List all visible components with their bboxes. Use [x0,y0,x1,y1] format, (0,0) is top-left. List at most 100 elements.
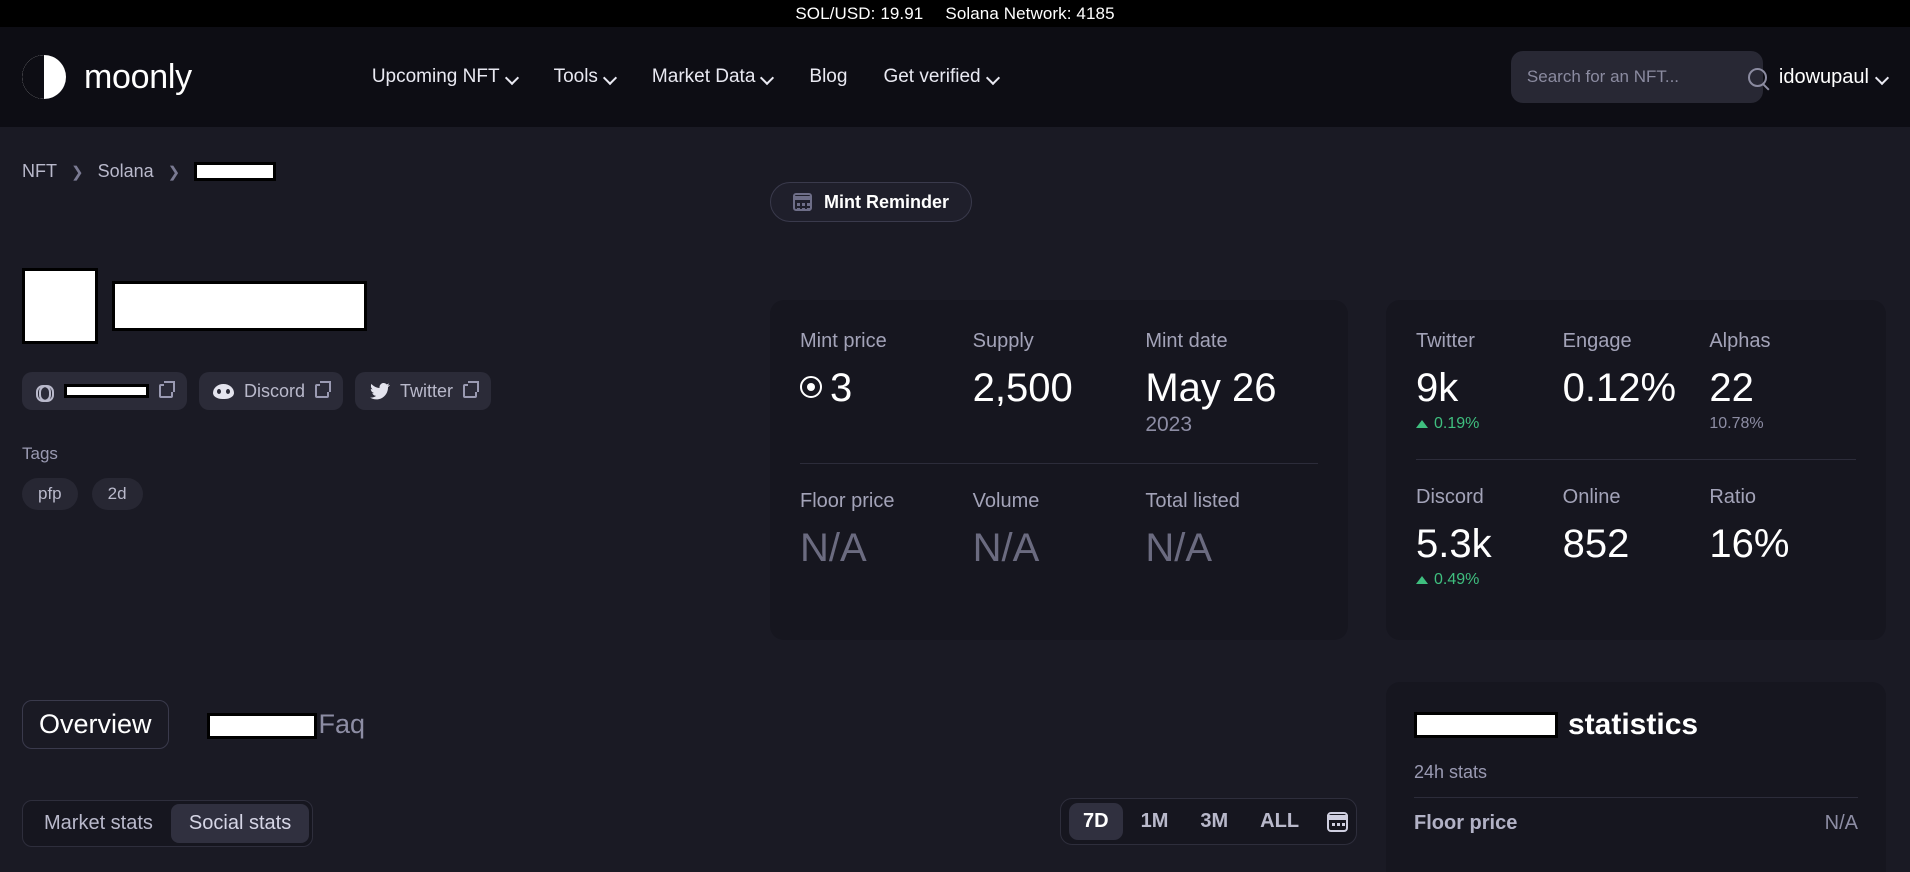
social-row-2: Discord 5.3k 0.49% Online 852 Ratio 16% [1416,486,1856,589]
segment-market-stats[interactable]: Market stats [26,804,171,843]
nav-item-tools[interactable]: Tools [554,66,616,88]
moon-logo-icon [22,55,66,99]
breadcrumb: NFT ❯ Solana ❯ [22,161,1888,182]
breadcrumb-separator: ❯ [167,163,181,181]
discord-link-button[interactable]: Discord [199,372,344,410]
stat-mint-date: Mint date May 26 2023 [1145,330,1318,437]
stat-value: 16% [1709,522,1790,566]
nav-item-market-data[interactable]: Market Data [652,66,773,88]
tab-faq[interactable]: Faq [191,701,382,748]
external-link-icon [463,381,480,398]
mint-reminder-button[interactable]: Mint Reminder [770,182,973,222]
triangle-up-icon [1416,576,1428,584]
nav-item-blog[interactable]: Blog [809,66,847,88]
breadcrumb-item-current-redacted[interactable] [194,162,277,181]
discord-icon [213,383,234,399]
brand-logo[interactable]: moonly [22,55,192,99]
stat-label: Mint date [1145,330,1228,352]
collection-name-redacted [112,281,367,331]
breadcrumb-separator: ❯ [71,163,84,181]
calendar-icon[interactable] [1327,811,1349,832]
stat-sub: 2023 [1145,413,1193,436]
tab-redacted-label [206,712,317,739]
nav-links: Upcoming NFT Tools Market Data Blog Get … [372,66,999,88]
nav-item-label: Market Data [651,66,756,87]
segment-social-stats[interactable]: Social stats [170,804,310,843]
statistics-row-floor-price: Floor price N/A [1414,812,1858,835]
range-1m[interactable]: 1M [1127,803,1183,840]
website-link-button[interactable] [22,372,187,410]
stats-toggle: Market stats Social stats [22,800,314,847]
range-3m[interactable]: 3M [1186,803,1242,840]
range-all[interactable]: ALL [1246,803,1313,840]
stat-twitter: Twitter 9k 0.19% [1416,330,1563,433]
tab-label: Faq [318,709,366,739]
statistics-panel-title: statistics [1414,708,1858,742]
stat-delta-value: 0.49% [1434,571,1480,588]
tab-overview[interactable]: Overview [22,700,169,749]
stat-value: N/A [1145,526,1213,570]
chevron-down-icon [762,72,773,83]
statistics-title-suffix: statistics [1568,708,1699,741]
ticker-sol-usd: SOL/USD: 19.91 [795,3,924,23]
twitter-link-button[interactable]: Twitter [355,372,492,410]
statistics-subtitle: 24h stats [1414,762,1488,782]
stat-label: Total listed [1145,490,1240,512]
breadcrumb-item-nft[interactable]: NFT [22,161,57,182]
stat-value: 9k [1416,366,1459,410]
ticker-solana-network: Solana Network: 4185 [945,3,1115,23]
stat-value: 0.12% [1562,366,1677,410]
nav-item-get-verified[interactable]: Get verified [883,66,998,88]
breadcrumb-item-solana[interactable]: Solana [98,161,154,182]
stat-floor-price: Floor price N/A [800,490,973,569]
stat-volume: Volume N/A [973,490,1146,569]
social-row-1: Twitter 9k 0.19% Engage 0.12% Alphas 22 … [1416,330,1856,433]
stat-discord: Discord 5.3k 0.49% [1416,486,1563,589]
search-input[interactable] [1526,67,1748,87]
stat-label: Volume [972,490,1040,512]
tag-item[interactable]: pfp [22,478,78,510]
divider [800,463,1318,464]
divider [1416,459,1856,460]
nav-item-upcoming-nft[interactable]: Upcoming NFT [372,66,518,88]
stat-value: 22 [1709,366,1754,410]
stat-value: May 26 [1145,366,1277,410]
search-box[interactable] [1510,51,1767,103]
stat-delta-value: 10.78% [1709,415,1764,432]
stat-number: 3 [830,366,853,410]
statistics-title-redacted [1414,712,1558,738]
nav-item-label: Blog [809,66,848,87]
search-icon[interactable] [1747,67,1767,87]
stat-value: 852 [1562,522,1630,566]
stat-label: Mint price [800,330,887,352]
stat-delta: 0.19% [1416,415,1563,433]
triangle-up-icon [1416,420,1428,428]
chevron-down-icon [988,72,999,83]
stat-total-listed: Total listed N/A [1145,490,1318,569]
stat-supply: Supply 2,500 [973,330,1146,437]
link-icon [36,384,54,402]
stat-engage: Engage 0.12% [1563,330,1710,433]
range-7d[interactable]: 7D [1069,803,1123,840]
external-link-icon [315,381,332,398]
stat-delta-value: 0.19% [1434,415,1480,432]
time-range-selector: 7D 1M 3M ALL [1060,798,1358,845]
user-menu[interactable]: idowupaul [1779,66,1888,89]
divider [1414,797,1858,798]
chevron-down-icon [605,72,616,83]
stat-delta: 10.78% [1709,415,1856,433]
discord-label: Discord [244,380,306,401]
mint-info-card: Mint price 3 Supply 2,500 Mint date May … [770,300,1348,640]
stat-value: 5.3k [1416,522,1492,566]
stat-label: Floor price [800,490,895,512]
stat-ratio: Ratio 16% [1709,486,1856,589]
nav-right-group: idowupaul [1510,51,1888,103]
stat-delta: 0.49% [1416,571,1563,589]
social-stats-card: Twitter 9k 0.19% Engage 0.12% Alphas 22 … [1386,300,1886,640]
top-navigation: moonly Upcoming NFT Tools Market Data Bl… [0,27,1910,127]
stat-online: Online 852 [1563,486,1710,589]
mint-info-row-1: Mint price 3 Supply 2,500 Mint date May … [800,330,1318,437]
statistics-panel: statistics 24h stats Floor price N/A [1386,682,1886,872]
tag-item[interactable]: 2d [91,478,143,510]
collection-avatar-redacted [22,268,98,344]
